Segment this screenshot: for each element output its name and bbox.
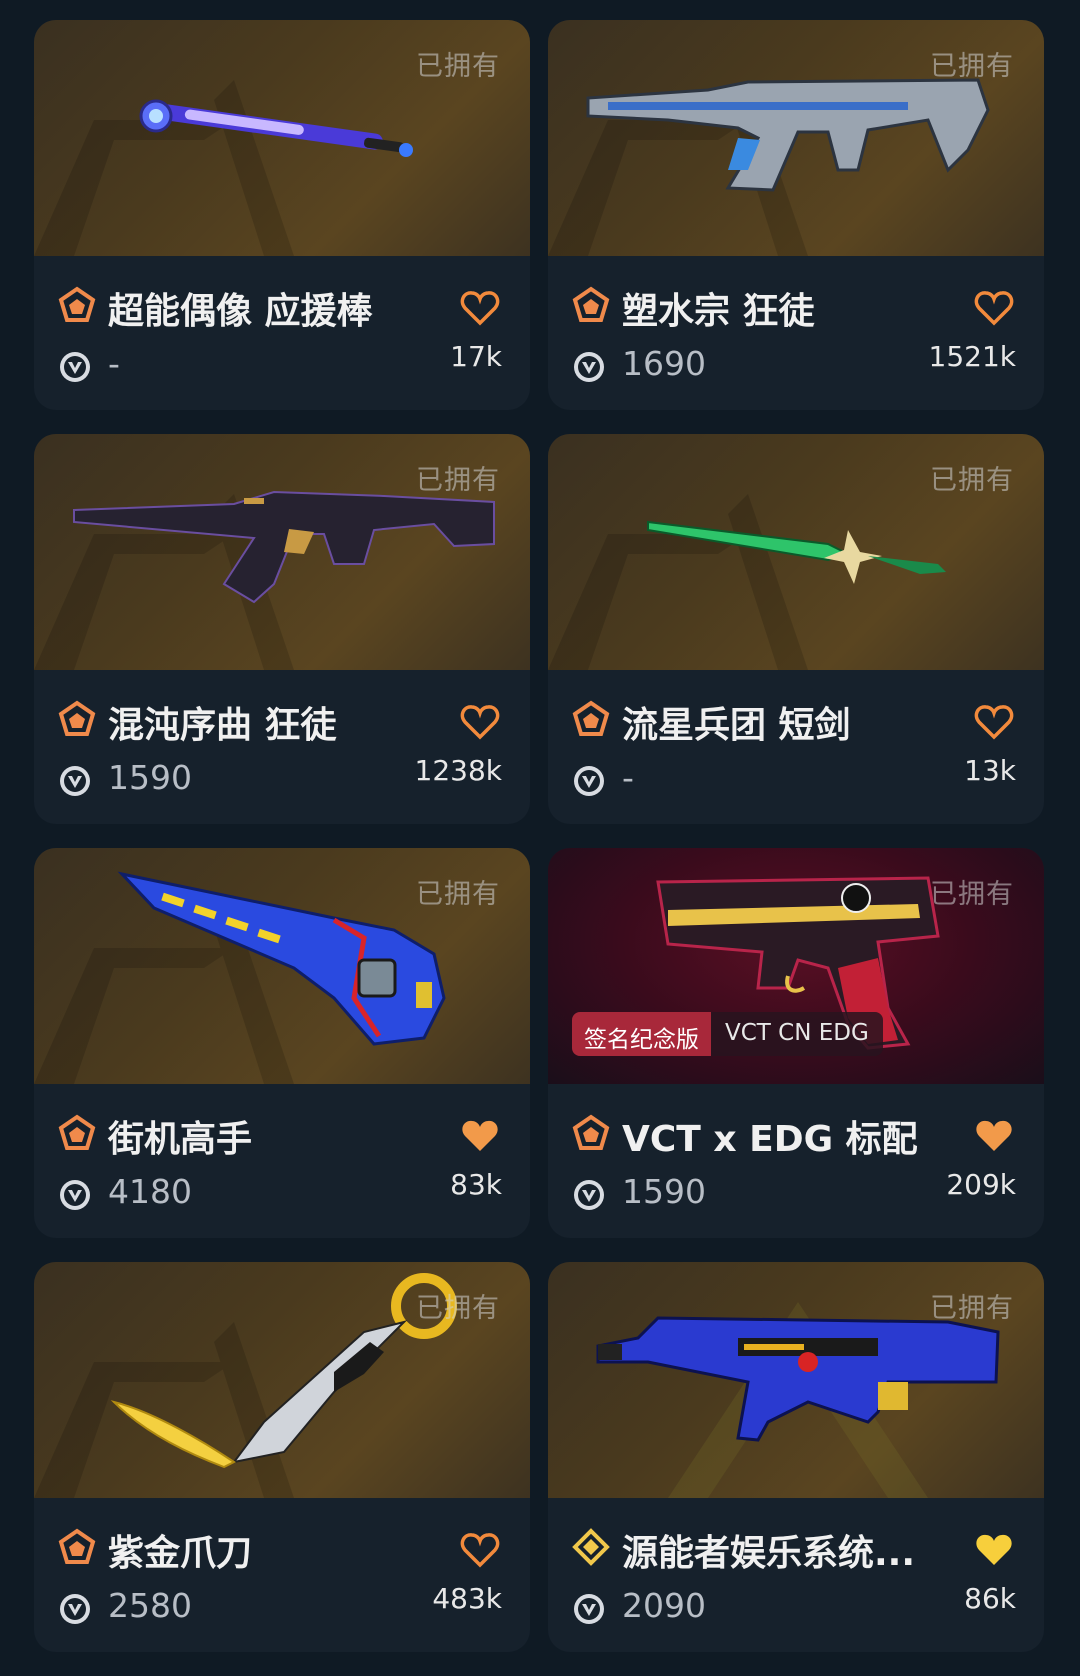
skin-price: -: [108, 344, 120, 383]
vp-currency-icon: [60, 1594, 90, 1624]
skin-name: VCT x EDG 标配: [622, 1119, 918, 1160]
premium-tier-icon: [58, 700, 96, 736]
skin-card[interactable]: 已拥有 流星兵团 短剑 - 13k: [548, 434, 1044, 824]
skin-price: 2580: [108, 1586, 192, 1625]
skin-price: 4180: [108, 1172, 192, 1211]
badge-team: VCT CN EDG: [711, 1012, 883, 1056]
premium-tier-icon: [58, 1528, 96, 1564]
heart-filled-icon[interactable]: [974, 1118, 1014, 1154]
owned-label: 已拥有: [416, 879, 500, 910]
like-count: 1521k: [928, 340, 1016, 373]
skin-price: 1590: [622, 1172, 706, 1211]
skin-price: 2090: [622, 1586, 706, 1625]
premium-tier-icon: [58, 1114, 96, 1150]
like-count: 17k: [450, 340, 502, 373]
skin-card[interactable]: 已拥有 街机高手 4180 83k: [34, 848, 530, 1238]
skin-name: 紫金爪刀: [108, 1533, 253, 1574]
premium-tier-icon: [572, 286, 610, 322]
vp-currency-icon: [60, 1180, 90, 1210]
heart-outline-icon[interactable]: [460, 1532, 500, 1568]
like-count: 1238k: [414, 754, 502, 787]
skin-name: 超能偶像 应援棒: [108, 291, 373, 332]
vp-currency-icon: [574, 766, 604, 796]
skin-price: 1590: [108, 758, 192, 797]
like-count: 483k: [432, 1582, 502, 1615]
owned-label: 已拥有: [930, 465, 1014, 496]
skin-name: 混沌序曲 狂徒: [108, 705, 337, 746]
skin-image: 已拥有: [34, 1262, 530, 1498]
heart-outline-icon[interactable]: [974, 704, 1014, 740]
owned-label: 已拥有: [416, 465, 500, 496]
owned-label: 已拥有: [930, 51, 1014, 82]
skin-image: 已拥有: [548, 20, 1044, 256]
vp-currency-icon: [60, 352, 90, 382]
skin-image: 已拥有: [34, 20, 530, 256]
skin-card[interactable]: 已拥有 紫金爪刀 2580 483k: [34, 1262, 530, 1652]
skin-card[interactable]: 已拥有 塑水宗 狂徒 1690 1521k: [548, 20, 1044, 410]
skin-card[interactable]: 已拥有 源能者娱乐系统... 2090 86k: [548, 1262, 1044, 1652]
skin-image: 已拥有: [34, 848, 530, 1084]
skin-name: 街机高手: [108, 1119, 253, 1160]
heart-outline-icon[interactable]: [460, 704, 500, 740]
skin-card[interactable]: 已拥有 超能偶像 应援棒 - 17k: [34, 20, 530, 410]
skin-price: 1690: [622, 344, 706, 383]
skin-name: 流星兵团 短剑: [622, 705, 851, 746]
owned-label: 已拥有: [930, 879, 1014, 910]
skin-price: -: [622, 758, 634, 797]
vp-currency-icon: [60, 766, 90, 796]
owned-label: 已拥有: [930, 1293, 1014, 1324]
signature-edition-badge: 签名纪念版 VCT CN EDG: [572, 1012, 883, 1056]
heart-filled-icon[interactable]: [460, 1118, 500, 1154]
vp-currency-icon: [574, 1594, 604, 1624]
owned-label: 已拥有: [416, 51, 500, 82]
skin-card[interactable]: 已拥有 混沌序曲 狂徒 1590 1238k: [34, 434, 530, 824]
skin-image: 已拥有: [34, 434, 530, 670]
skin-image: 已拥有 签名纪念版 VCT CN EDG: [548, 848, 1044, 1084]
exclusive-tier-icon: [572, 1528, 610, 1566]
skin-image: 已拥有: [548, 434, 1044, 670]
heart-filled-icon[interactable]: [974, 1532, 1014, 1568]
like-count: 209k: [946, 1168, 1016, 1201]
like-count: 13k: [964, 754, 1016, 787]
owned-label: 已拥有: [416, 1293, 500, 1324]
premium-tier-icon: [58, 286, 96, 322]
heart-outline-icon[interactable]: [460, 290, 500, 326]
heart-outline-icon[interactable]: [974, 290, 1014, 326]
skin-name: 源能者娱乐系统...: [622, 1533, 916, 1574]
skin-card[interactable]: 已拥有 签名纪念版 VCT CN EDG VCT x EDG 标配 1590 2…: [548, 848, 1044, 1238]
skin-name: 塑水宗 狂徒: [622, 291, 815, 332]
like-count: 83k: [450, 1168, 502, 1201]
like-count: 86k: [964, 1582, 1016, 1615]
vp-currency-icon: [574, 352, 604, 382]
premium-tier-icon: [572, 700, 610, 736]
premium-tier-icon: [572, 1114, 610, 1150]
badge-label: 签名纪念版: [572, 1012, 711, 1056]
vp-currency-icon: [574, 1180, 604, 1210]
skin-image: 已拥有: [548, 1262, 1044, 1498]
